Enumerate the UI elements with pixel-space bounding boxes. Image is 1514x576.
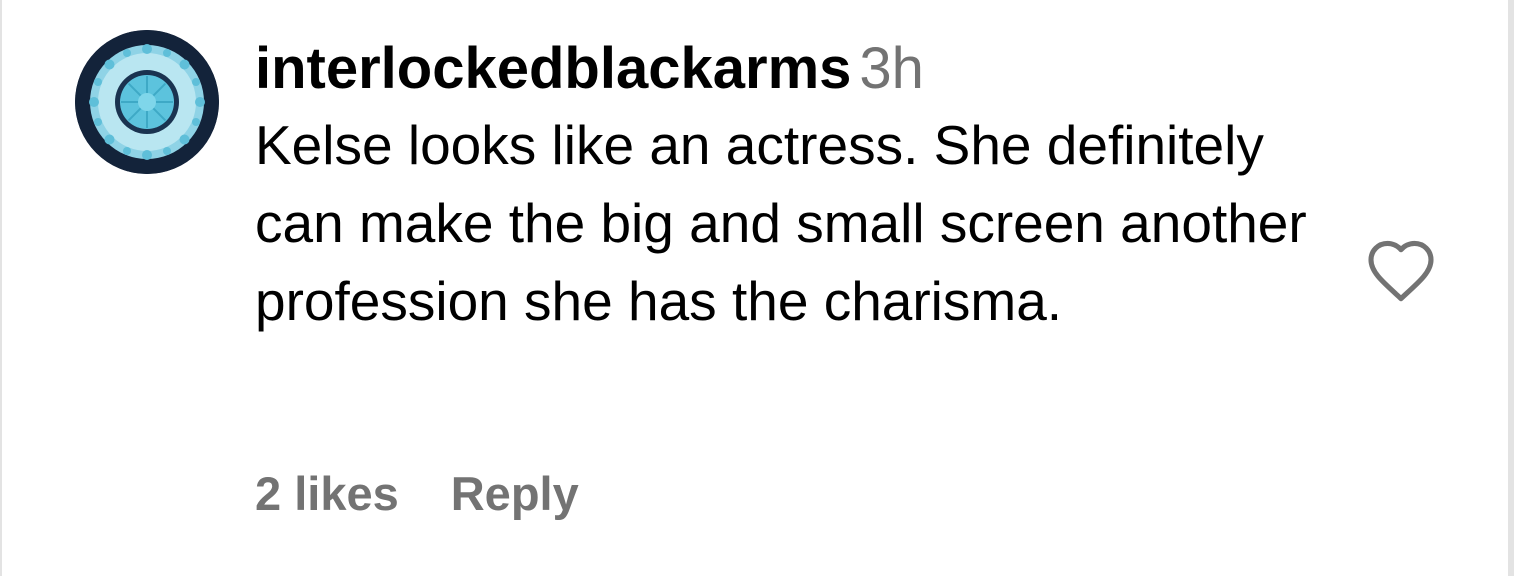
right-border	[1508, 0, 1514, 576]
username-link[interactable]: interlockedblackarms	[255, 36, 851, 101]
like-button[interactable]	[1364, 238, 1438, 304]
timestamp: 3h	[859, 36, 924, 101]
comment-text: Kelse looks like an actress. She definit…	[255, 114, 1307, 332]
reply-button[interactable]: Reply	[451, 467, 579, 520]
avatar[interactable]	[75, 30, 219, 174]
avatar-image	[75, 30, 219, 174]
comment-content: interlockedblackarms 3h Kelse looks like …	[255, 36, 1315, 340]
likes-count-link[interactable]: 2 likes	[255, 467, 399, 520]
comment-actions: 2 likes Reply	[255, 466, 579, 522]
heart-outline-icon	[1368, 240, 1434, 302]
left-border	[0, 0, 2, 576]
comment-header: interlockedblackarms 3h	[255, 36, 1315, 102]
comment-frame: interlockedblackarms 3h Kelse looks like …	[0, 0, 1514, 576]
